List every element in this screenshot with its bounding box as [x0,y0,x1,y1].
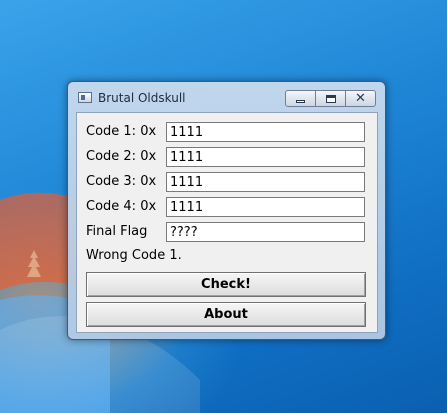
about-button[interactable]: About [86,302,366,327]
window-title: Brutal Oldskull [98,91,186,105]
final-flag-input[interactable] [166,222,365,242]
close-button[interactable]: ✕ [345,90,376,107]
maximize-icon [325,94,336,103]
code4-label: Code 4: 0x [86,199,157,214]
app-window: Brutal Oldskull ✕ Code 1: 0x Code 2: 0x … [67,81,386,340]
maximize-button[interactable] [315,90,346,107]
code2-row: Code 2: 0x [86,147,368,168]
caption-buttons: ✕ [285,90,376,107]
client-area: Code 1: 0x Code 2: 0x Code 3: 0x Code 4:… [76,112,378,333]
code3-input[interactable] [166,172,365,192]
final-flag-label: Final Flag [86,224,148,239]
code1-row: Code 1: 0x [86,122,368,143]
check-button[interactable]: Check! [86,272,366,297]
close-icon: ✕ [355,91,366,106]
code4-input[interactable] [166,197,365,217]
minimize-button[interactable] [285,90,316,107]
app-icon [78,92,92,103]
code2-input[interactable] [166,147,365,167]
status-message: Wrong Code 1. [86,248,182,263]
title-bar[interactable]: Brutal Oldskull ✕ [68,82,385,112]
code1-label: Code 1: 0x [86,124,157,139]
code1-input[interactable] [166,122,365,142]
code2-label: Code 2: 0x [86,149,157,164]
minimize-icon [296,99,305,103]
final-flag-row: Final Flag [86,222,368,243]
code3-row: Code 3: 0x [86,172,368,193]
code3-label: Code 3: 0x [86,174,157,189]
code4-row: Code 4: 0x [86,197,368,218]
